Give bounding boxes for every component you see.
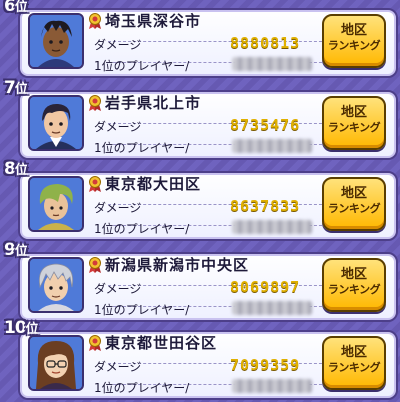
damage-value: 8637833 [230, 197, 301, 215]
button-label-line2: ランキング [327, 361, 381, 374]
region-ranking-button[interactable]: 地区 ランキング [322, 336, 386, 390]
rank-suffix: 位 [14, 163, 28, 178]
top-player-label: 1位のプレイヤー/ [94, 141, 190, 155]
medal-icon [89, 176, 101, 192]
rank-suffix: 位 [14, 0, 28, 15]
top-player-name-blurred [232, 139, 312, 153]
brown-haired-woman-avatar [30, 337, 82, 389]
top-player-name-blurred [232, 220, 312, 234]
top-player-label: 1位のプレイヤー/ [94, 381, 190, 395]
player-avatar [28, 176, 84, 232]
ranking-row: 6位 埼玉県深谷市 ダメージ 8880813 1位のプレイヤー/ 地区 ランキン… [4, 0, 398, 78]
button-label-line2: ランキング [327, 121, 381, 134]
rank-suffix: 位 [14, 244, 28, 259]
region-name: 岩手県北上市 [105, 94, 202, 112]
damage-label: ダメージ [94, 282, 142, 296]
damage-value: 7099359 [230, 356, 301, 374]
medal-icon [89, 95, 101, 111]
rank-value: 7 [4, 78, 16, 98]
damage-label: ダメージ [94, 360, 142, 374]
dark-skinned-boy-avatar [30, 15, 82, 67]
medal-icon [89, 257, 101, 273]
rank-value: 8 [4, 159, 16, 179]
button-label-line2: ランキング [327, 202, 381, 215]
region-ranking-button[interactable]: 地区 ランキング [322, 258, 386, 312]
rank-number: 6位 [4, 0, 28, 16]
ranking-board: 6位 埼玉県深谷市 ダメージ 8880813 1位のプレイヤー/ 地区 ランキン… [0, 0, 400, 402]
top-player-name-blurred [232, 379, 312, 393]
region-name: 埼玉県深谷市 [105, 12, 202, 30]
medal-icon [89, 13, 101, 29]
region-name: 東京都大田区 [105, 175, 202, 193]
top-player-name-blurred [232, 57, 312, 71]
rank-value: 9 [4, 240, 16, 260]
damage-value: 8069897 [230, 278, 301, 296]
player-avatar [28, 257, 84, 313]
player-avatar [28, 335, 84, 391]
top-player-label: 1位のプレイヤー/ [94, 303, 190, 317]
region-ranking-button[interactable]: 地区 ランキング [322, 96, 386, 150]
button-label-line2: ランキング [327, 39, 381, 52]
medal-icon [89, 335, 101, 351]
green-haired-boy-avatar [30, 178, 82, 230]
button-label-line1: 地区 [340, 345, 367, 360]
rank-number: 8位 [4, 159, 28, 179]
top-player-label: 1位のプレイヤー/ [94, 222, 190, 236]
damage-value: 8735476 [230, 116, 301, 134]
region-ranking-button[interactable]: 地区 ランキング [322, 14, 386, 68]
region-name: 新潟県新潟市中央区 [105, 256, 250, 274]
top-player-label: 1位のプレイヤー/ [94, 59, 190, 73]
damage-label: ダメージ [94, 38, 142, 52]
rank-suffix: 位 [14, 82, 28, 97]
button-label-line1: 地区 [340, 267, 367, 282]
rank-value: 6 [4, 0, 16, 16]
ranking-row: 10位 東京都世田谷区 ダメージ 7099359 1位のプレイヤー/ 地区 ラン… [4, 318, 398, 400]
ranking-row: 7位 岩手県北上市 ダメージ 8735476 1位のプレイヤー/ 地区 ランキン… [4, 78, 398, 160]
damage-value: 8880813 [230, 34, 301, 52]
player-avatar [28, 13, 84, 69]
button-label-line1: 地区 [340, 23, 367, 38]
rank-value: 10 [4, 318, 27, 338]
dark-haired-man-avatar [30, 97, 82, 149]
player-avatar [28, 95, 84, 151]
top-player-name-blurred [232, 301, 312, 315]
button-label-line1: 地区 [340, 105, 367, 120]
ranking-row: 8位 東京都大田区 ダメージ 8637833 1位のプレイヤー/ 地区 ランキン… [4, 159, 398, 241]
rank-number: 7位 [4, 78, 28, 98]
region-ranking-button[interactable]: 地区 ランキング [322, 177, 386, 231]
silver-haired-boy-avatar [30, 259, 82, 311]
damage-label: ダメージ [94, 201, 142, 215]
button-label-line2: ランキング [327, 283, 381, 296]
ranking-row: 9位 新潟県新潟市中央区 ダメージ 8069897 1位のプレイヤー/ 地区 ラ… [4, 240, 398, 322]
region-name: 東京都世田谷区 [105, 334, 218, 352]
damage-label: ダメージ [94, 120, 142, 134]
button-label-line1: 地区 [340, 186, 367, 201]
rank-number: 9位 [4, 240, 28, 260]
